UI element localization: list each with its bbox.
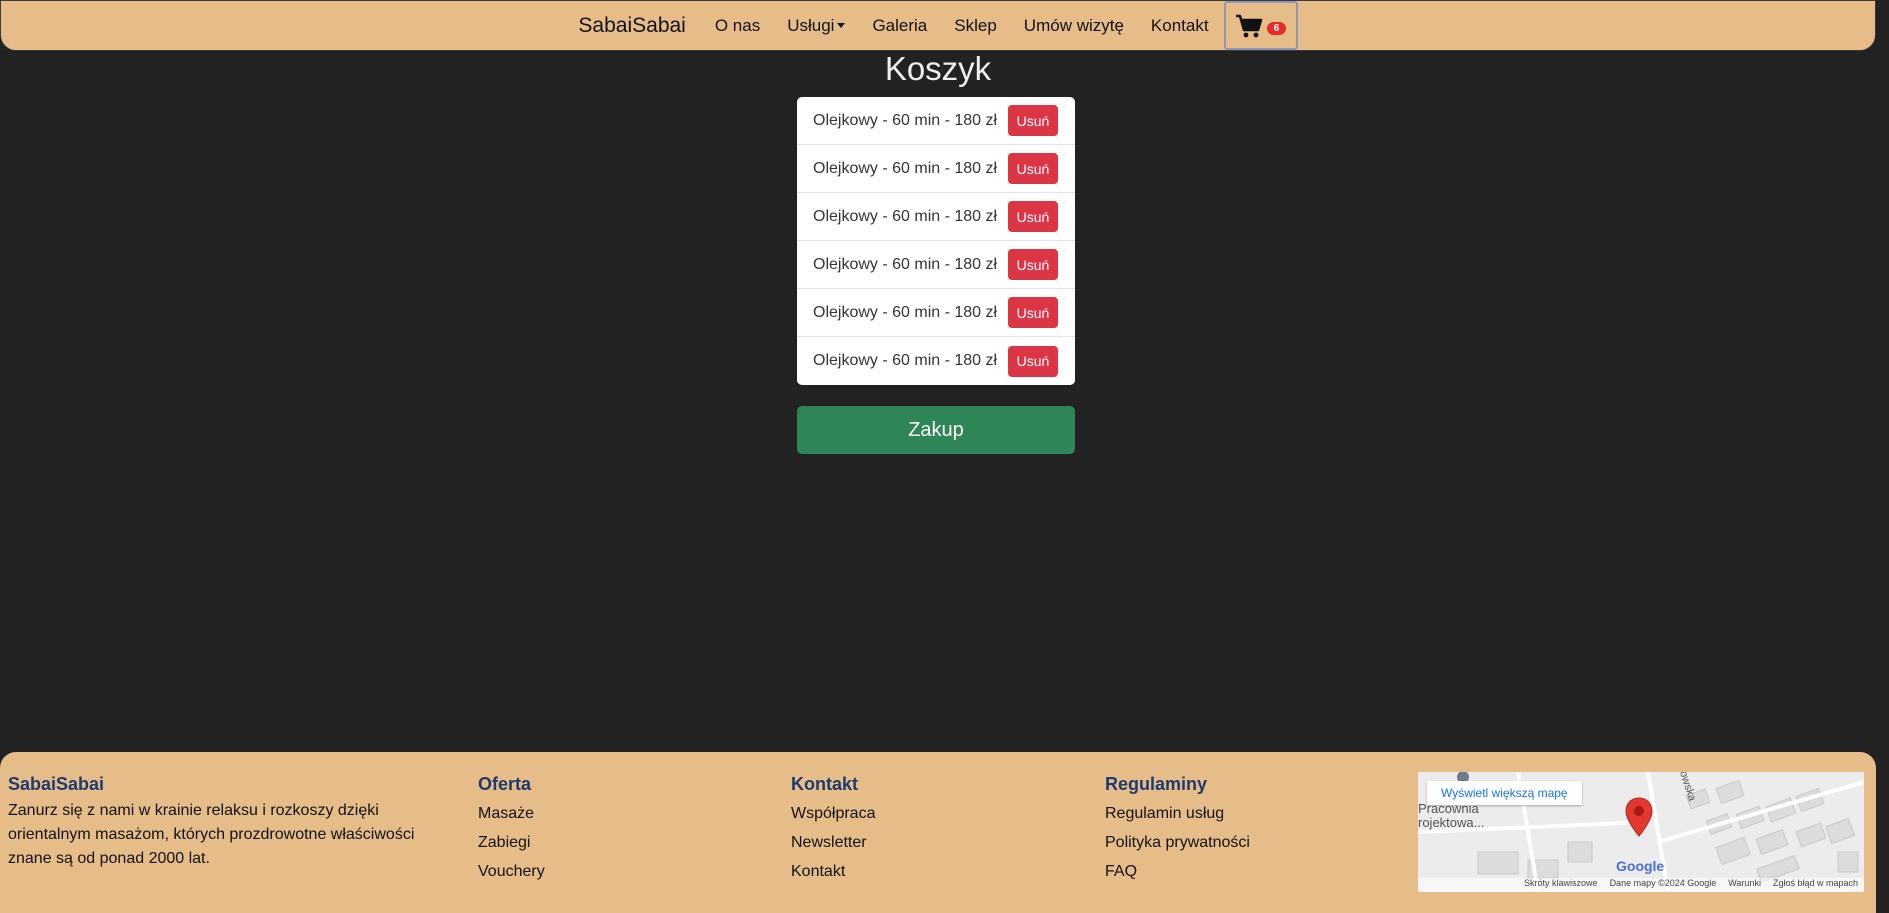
cart-button[interactable]: 6 [1223, 1, 1298, 50]
remove-button[interactable]: Usuń [1008, 249, 1058, 280]
footer-offer-heading: Oferta [478, 774, 532, 794]
footer-link-faq[interactable]: FAQ [1105, 857, 1250, 886]
footer-contact: Kontakt Współpraca Newsletter Kontakt [791, 774, 875, 886]
cart-item-label: Olejkowy - 60 min - 180 zł [813, 159, 998, 177]
footer-rules-heading: Regulaminy [1105, 774, 1208, 794]
footer-about-line: znane są od ponad 2000 lat. [8, 850, 210, 867]
footer-contact-heading: Kontakt [791, 774, 858, 794]
remove-button[interactable]: Usuń [1008, 153, 1058, 184]
map-shortcuts-link[interactable]: Skróty klawiszowe [1524, 878, 1598, 892]
view-larger-map-button[interactable]: Wyświetl większą mapę [1427, 781, 1582, 805]
cart-item-label: Olejkowy - 60 min - 180 zł [813, 303, 998, 321]
footer-about-line: orientalnym masażom, których prozdrowotn… [8, 826, 415, 843]
map-terms-link[interactable]: Warunki [1728, 878, 1761, 892]
footer-about: SabaiSabai Zanurz się z nami w krainie r… [8, 774, 414, 871]
top-navbar: SabaiSabai O nas Usługi Galeria Sklep Um… [0, 0, 1876, 51]
cart-item: Olejkowy - 60 min - 180 zł Usuń [797, 289, 1075, 337]
footer-about-line: Zanurz się z nami w krainie relaksu i ro… [8, 802, 379, 819]
nav-sklep[interactable]: Sklep [954, 16, 997, 36]
brand-logo[interactable]: SabaiSabai [578, 14, 685, 38]
footer-link-wspolpraca[interactable]: Współpraca [791, 799, 875, 828]
purchase-button[interactable]: Zakup [797, 406, 1075, 454]
footer-link-polityka[interactable]: Polityka prywatności [1105, 828, 1250, 857]
nav-o-nas[interactable]: O nas [715, 16, 760, 36]
remove-button[interactable]: Usuń [1008, 201, 1058, 232]
footer-link-regulamin[interactable]: Regulamin usług [1105, 799, 1250, 828]
footer-link-masaze[interactable]: Masaże [478, 799, 545, 828]
nav-galeria[interactable]: Galeria [872, 16, 927, 36]
remove-button[interactable]: Usuń [1008, 297, 1058, 328]
map-place-label: Pracownia rojektowa... [1418, 802, 1484, 830]
cart-item-label: Olejkowy - 60 min - 180 zł [813, 255, 998, 273]
footer-link-kontakt[interactable]: Kontakt [791, 857, 875, 886]
cart-count-badge: 6 [1266, 22, 1287, 35]
footer-link-newsletter[interactable]: Newsletter [791, 828, 875, 857]
nav-umow-wizyte[interactable]: Umów wizytę [1024, 16, 1124, 36]
cart-item: Olejkowy - 60 min - 180 zł Usuń [797, 97, 1075, 145]
nav-uslugi-label: Usługi [787, 15, 835, 35]
map-place-line: rojektowa... [1418, 815, 1485, 830]
cart-item-label: Olejkowy - 60 min - 180 zł [813, 207, 998, 225]
remove-button[interactable]: Usuń [1008, 105, 1058, 136]
map-pin-icon [1625, 797, 1653, 837]
cart-item: Olejkowy - 60 min - 180 zł Usuń [797, 145, 1075, 193]
google-logo: Google [1616, 858, 1665, 874]
cart-icon [1235, 14, 1263, 37]
footer-link-vouchery[interactable]: Vouchery [478, 857, 545, 886]
cart-item: Olejkowy - 60 min - 180 zł Usuń [797, 337, 1075, 385]
footer-about-heading: SabaiSabai [8, 774, 105, 794]
footer-link-zabiegi[interactable]: Zabiegi [478, 828, 545, 857]
map-attribution: Skróty klawiszowe Dane mapy ©2024 Google… [1418, 878, 1864, 892]
map-data-text: Dane mapy ©2024 Google [1609, 878, 1717, 888]
cart-item: Olejkowy - 60 min - 180 zł Usuń [797, 193, 1075, 241]
page-title: Koszyk [884, 50, 992, 87]
cart-list: Olejkowy - 60 min - 180 zł Usuń Olejkowy… [797, 97, 1075, 385]
cart-item: Olejkowy - 60 min - 180 zł Usuń [797, 241, 1075, 289]
footer-offer: Oferta Masaże Zabiegi Vouchery [478, 774, 545, 886]
remove-button[interactable]: Usuń [1008, 345, 1058, 377]
map-report-link[interactable]: Zgłoś błąd w mapach [1773, 878, 1858, 892]
nav-inner: SabaiSabai O nas Usługi Galeria Sklep Um… [578, 1, 1298, 50]
nav-kontakt[interactable]: Kontakt [1151, 16, 1209, 36]
cart-item-label: Olejkowy - 60 min - 180 zł [813, 352, 998, 369]
location-map[interactable]: Pracownia rojektowa... owska Wyświetl wi… [1418, 772, 1864, 892]
chevron-down-icon [837, 22, 846, 28]
footer-rules: Regulaminy Regulamin usług Polityka pryw… [1105, 774, 1250, 886]
cart-item-label: Olejkowy - 60 min - 180 zł [813, 111, 998, 129]
nav-uslugi-dropdown[interactable]: Usługi [787, 15, 846, 36]
